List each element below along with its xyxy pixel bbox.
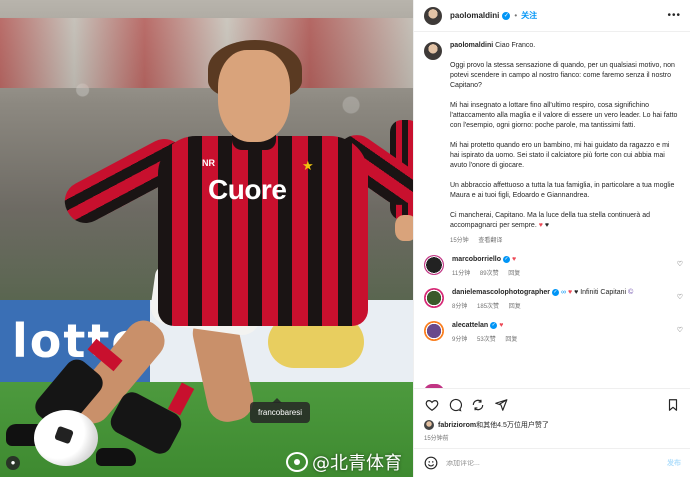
red-heart-icon: ♥: [512, 256, 517, 263]
comment-time: 11分钟: [452, 271, 471, 277]
watermark: @北青体育: [286, 449, 402, 475]
right-boot: [96, 448, 136, 466]
comment-composer: 发布: [414, 448, 690, 477]
red-heart-icon: ♥: [538, 222, 543, 229]
star-icon: ★: [302, 158, 314, 173]
post-photo[interactable]: lotto NR ★ Cuore francobaresi ● @北青体育: [0, 0, 413, 477]
avatar[interactable]: [424, 255, 444, 275]
verified-badge-icon: ✓: [503, 256, 511, 263]
caption-paragraph: Un abbraccio affettuoso a tutta la tua f…: [450, 182, 675, 199]
caption-body: paolomaldini Ciao Franco. Oggi provo la …: [450, 41, 680, 246]
post-header: paolomaldini ✓ • 关注 •••: [414, 0, 690, 32]
weibo-logo-icon: [286, 452, 308, 472]
reply-button[interactable]: 回复: [508, 271, 520, 277]
copyright-emoji-icon: ©: [628, 289, 634, 296]
comment-item: danielemascolophotographer ✓ ∞ ♥ ♥ Infinit…: [414, 288, 690, 312]
watermark-text: @北青体育: [312, 453, 402, 474]
avatar[interactable]: [424, 321, 444, 341]
reply-button[interactable]: 回复: [509, 304, 521, 310]
caption-paragraph: Oggi provo la stessa sensazione di quand…: [450, 62, 675, 89]
translate-link[interactable]: 查看翻译: [478, 238, 502, 244]
comment-likes[interactable]: 53次赞: [477, 337, 496, 343]
verified-badge-icon: ✓: [552, 289, 560, 296]
comment-input[interactable]: [446, 459, 667, 467]
caption-paragraph: Ci mancherai, Capitano. Ma la luce della…: [450, 212, 651, 229]
comment-likes[interactable]: 185次赞: [477, 304, 499, 310]
tagged-user-icon[interactable]: ●: [6, 456, 20, 470]
comment-meta: 8分钟 185次赞 回复: [452, 302, 672, 312]
striped-shirt: [158, 136, 368, 326]
comment-meta: 9分钟 53次赞 回复: [452, 335, 672, 345]
comment-meta: 11分钟 89次赞 回复: [452, 269, 672, 279]
verified-badge-icon: ✓: [490, 322, 498, 329]
like-comment-icon[interactable]: ♡: [677, 326, 683, 334]
comment-likes[interactable]: 89次赞: [480, 271, 499, 277]
caption-time: 15分钟: [450, 238, 469, 244]
avatar: [424, 420, 434, 430]
send-icon[interactable]: [493, 397, 509, 413]
right-sock-band: [167, 382, 195, 416]
post-comment-button[interactable]: 发布: [667, 458, 681, 468]
player-figure: NR ★ Cuore: [6, 40, 413, 470]
like-comment-icon[interactable]: ♡: [677, 260, 683, 268]
comment-body: danielemascolophotographer ✓ ∞ ♥ ♥ Infinit…: [452, 288, 672, 312]
comment-time: 8分钟: [452, 304, 468, 310]
follow-button[interactable]: 关注: [521, 10, 537, 21]
avatar[interactable]: [424, 6, 442, 25]
reply-button[interactable]: 回复: [505, 337, 517, 343]
post-caption: paolomaldini Ciao Franco. Oggi provo la …: [414, 32, 690, 246]
black-heart-icon: ♥: [544, 222, 549, 229]
heart-icon[interactable]: [424, 397, 440, 413]
red-heart-icon: ♥: [499, 322, 504, 329]
comment-item: alecattelan ✓ ♥ 9分钟 53次赞 回复 ♡: [414, 321, 690, 345]
comment-time: 9分钟: [452, 337, 468, 343]
caption-paragraph: Mi hai insegnato a lottare fino all'ulti…: [450, 102, 678, 129]
more-options-button[interactable]: •••: [667, 10, 681, 21]
comment-username[interactable]: marcoborriello: [452, 256, 501, 263]
comment-body: alecattelan ✓ ♥ 9分钟 53次赞 回复: [452, 321, 672, 345]
emoji-icon[interactable]: [424, 456, 438, 470]
like-comment-icon[interactable]: ♡: [677, 293, 683, 301]
likes-count-text: 和其他4.5万位用户赞了: [476, 422, 549, 429]
post-panel: paolomaldini ✓ • 关注 ••• paolomaldini Cia…: [413, 0, 690, 477]
caption-username[interactable]: paolomaldini: [450, 42, 493, 49]
comments-scroll-area[interactable]: paolomaldini Ciao Franco. Oggi provo la …: [414, 32, 690, 388]
separator-dot: •: [514, 11, 518, 20]
caption-paragraph: Mi hai protetto quando ero un bambino, m…: [450, 142, 670, 169]
shirt-sponsor: Cuore: [208, 174, 287, 205]
football: [34, 410, 98, 466]
user-tag[interactable]: francobaresi: [250, 398, 311, 423]
share-icon[interactable]: [470, 397, 486, 413]
likes-summary[interactable]: fabriziorom 和其他4.5万位用户赞了: [424, 420, 549, 430]
verified-badge-icon: ✓: [502, 11, 511, 20]
avatar[interactable]: [424, 288, 444, 308]
head: [218, 50, 290, 142]
infinity-icon: ∞: [561, 289, 567, 296]
avatar[interactable]: [424, 42, 442, 60]
comment-username[interactable]: alecattelan: [452, 322, 488, 329]
caption-paragraph: paolomaldini Ciao Franco.: [450, 42, 536, 49]
comment-text: Infiniti Capitani: [580, 289, 627, 296]
post-timestamp: 15分钟前: [424, 436, 449, 442]
action-bar: [414, 388, 690, 420]
author-username[interactable]: paolomaldini: [450, 11, 499, 20]
shirt-crest: NR: [202, 158, 215, 168]
black-heart-icon: ♥: [574, 289, 579, 296]
comment-body: marcoborriello ✓ ♥ 11分钟 89次赞 回复: [452, 255, 672, 279]
comment-item: marcoborriello ✓ ♥ 11分钟 89次赞 回复 ♡: [414, 255, 690, 279]
caption-meta: 15分钟 查看翻译: [450, 236, 680, 246]
comment-username[interactable]: danielemascolophotographer: [452, 289, 550, 296]
red-heart-icon: ♥: [567, 289, 573, 296]
comment-icon[interactable]: [447, 397, 463, 413]
right-hand: [395, 215, 413, 241]
bookmark-icon[interactable]: [665, 397, 681, 413]
liker-username[interactable]: fabriziorom: [438, 422, 476, 429]
